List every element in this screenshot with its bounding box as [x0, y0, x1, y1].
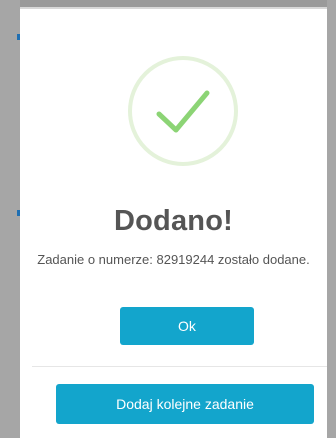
- add-next-task-button[interactable]: Dodaj kolejne zadanie: [56, 384, 314, 424]
- backdrop-right-edge: [327, 0, 336, 438]
- ok-button[interactable]: Ok: [120, 307, 254, 345]
- backdrop-left-edge: [0, 0, 20, 438]
- success-checkmark-icon: [127, 55, 239, 167]
- dialog-title: Dodano!: [114, 205, 233, 237]
- dialog-divider: [32, 366, 327, 367]
- dialog-message: Zadanie o numerze: 82919244 zostało doda…: [37, 252, 310, 267]
- success-dialog: Dodano! Zadanie o numerze: 82919244 zost…: [20, 7, 327, 438]
